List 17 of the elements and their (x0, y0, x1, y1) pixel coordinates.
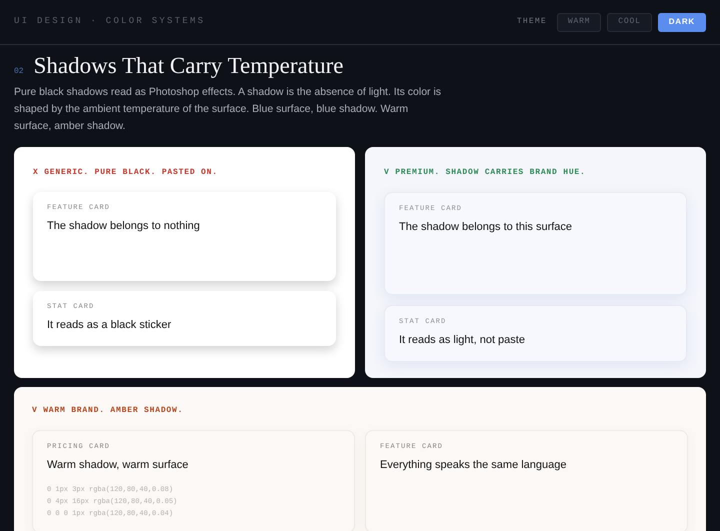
theme-button[interactable]: DARK (658, 12, 706, 32)
card-title: It reads as a black sticker (47, 318, 172, 333)
verdict-label: V PREMIUM. SHADOW CARRIES BRAND HUE. (384, 166, 587, 178)
card-title: The shadow belongs to nothing (47, 219, 201, 234)
theme-label: THEME (516, 16, 547, 28)
card-title: Warm shadow, warm surface (47, 458, 190, 473)
card-title: Everything speaks the same language (380, 458, 568, 473)
section-number: 02 (14, 66, 24, 78)
verdict-label: V WARM BRAND. AMBER SHADOW. (32, 404, 184, 416)
breadcrumb: UI DESIGN · COLOR SYSTEMS (14, 15, 206, 28)
card-title: It reads as light, not paste (399, 333, 526, 348)
theme-button[interactable]: WARM (556, 12, 602, 32)
verdict-label: X GENERIC. PURE BLACK. PASTED ON. (33, 166, 219, 178)
theme-button[interactable]: COOL (607, 12, 652, 32)
section-title: Shadows That Carry Temperature (34, 52, 344, 80)
card-title: The shadow belongs to this surface (399, 220, 574, 235)
section-description: Pure black shadows read as Photoshop effects. A shadow is the absence of light. Its color is shaped by the ambient temperature of the surface. Blue surface, blue shadow. Warm surface, amber shadow. (14, 84, 442, 134)
